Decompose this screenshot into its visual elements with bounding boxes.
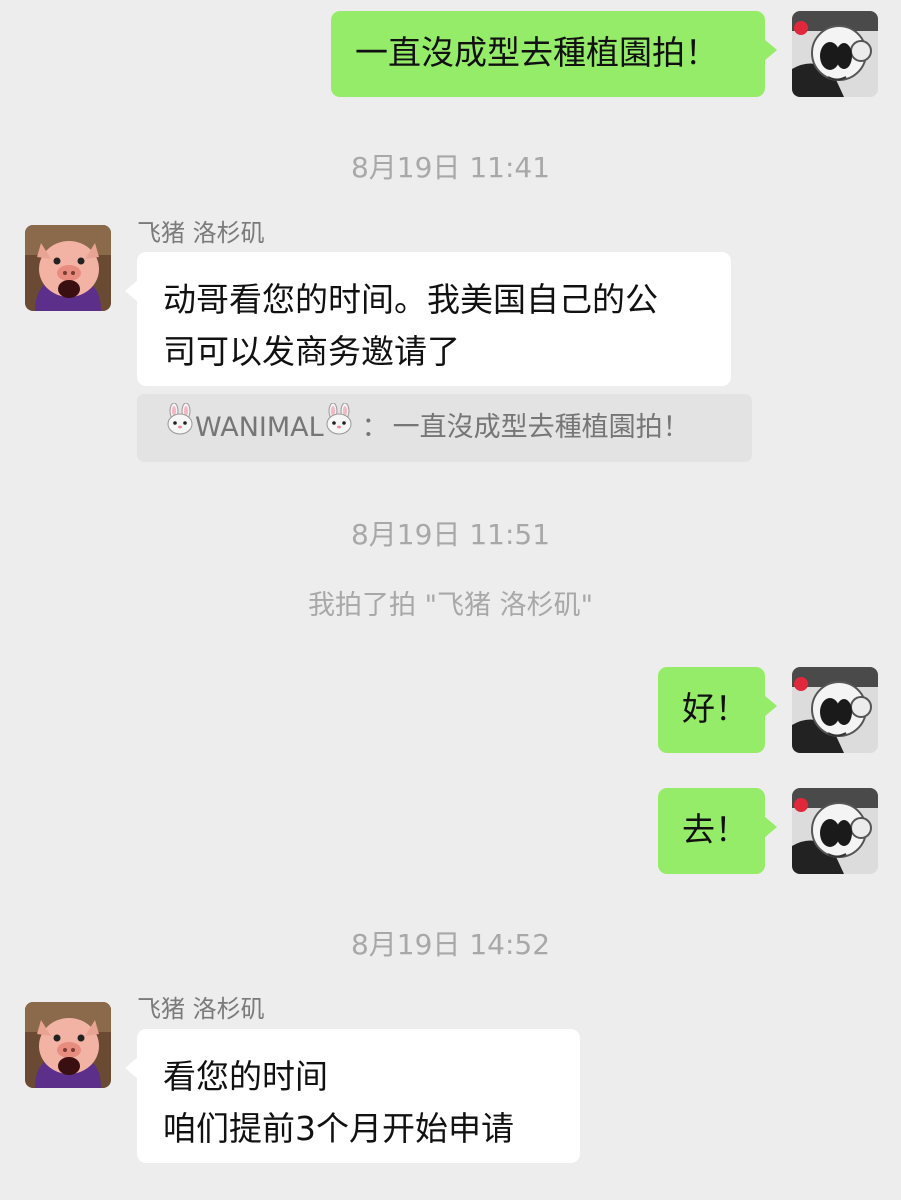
self-avatar[interactable] (792, 667, 878, 753)
message-timestamp: 8月19日 11:41 (350, 151, 551, 184)
monkey-avatar-icon (792, 788, 878, 874)
quoted-text: 一直沒成型去種植園拍！ (392, 412, 690, 443)
outgoing-message-bubble[interactable]: 去！ (658, 788, 777, 874)
sender-name: 飞猪 洛杉矶 (137, 219, 265, 247)
incoming-message-bubble[interactable]: 看您的时间 咱们提前3个月开始申请 (125, 1029, 580, 1163)
quote-separator: ： (361, 412, 389, 443)
monkey-avatar-icon (792, 667, 878, 753)
message-timestamp: 8月19日 14:52 (350, 928, 551, 961)
monkey-avatar-icon (792, 11, 878, 97)
quoted-message[interactable]: WANIMAL ：一直沒成型去種植園拍！ (137, 394, 752, 462)
pig-avatar-icon (25, 225, 111, 311)
contact-avatar[interactable] (25, 1002, 111, 1088)
pat-system-message: 我拍了拍 "飞猪 洛杉矶" (307, 590, 593, 621)
rabbit-face-icon (165, 393, 195, 461)
self-avatar[interactable] (792, 788, 878, 874)
outgoing-message-bubble[interactable]: 好！ (658, 667, 777, 753)
self-avatar[interactable] (792, 11, 878, 97)
incoming-message-bubble[interactable]: 动哥看您的时间。我美国自己的公 司可以发商务邀请了 (125, 252, 731, 386)
contact-avatar[interactable] (25, 225, 111, 311)
outgoing-message-bubble[interactable]: 一直沒成型去種植園拍！ (331, 11, 777, 97)
quoted-sender-name: WANIMAL (195, 412, 324, 443)
sender-name: 飞猪 洛杉矶 (137, 995, 265, 1023)
rabbit-face-icon (324, 393, 354, 461)
pig-avatar-icon (25, 1002, 111, 1088)
message-timestamp: 8月19日 11:51 (350, 518, 551, 551)
